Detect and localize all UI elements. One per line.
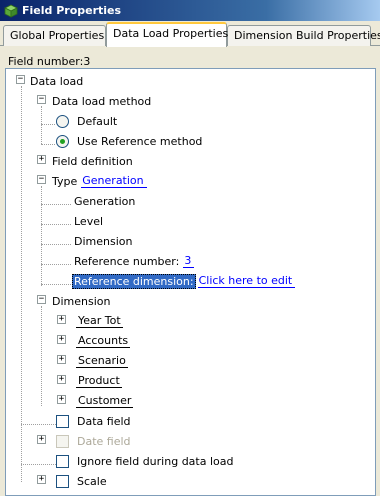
data-field-checkbox[interactable]: [56, 414, 69, 428]
tree-node-label: Data load: [30, 74, 84, 88]
ignore-field-option[interactable]: Ignore field during data load: [56, 452, 233, 470]
tree-node-data-load-method[interactable]: Data load method: [52, 92, 151, 110]
tab-label: Dimension Build Properties: [234, 29, 380, 42]
date-field-checkbox: [56, 434, 69, 448]
scale-checkbox[interactable]: [56, 474, 69, 488]
tree-node-label: Type: [52, 174, 78, 188]
dimension-item-label: Scenario: [76, 354, 128, 368]
tree-node-reference-dimension[interactable]: Reference dimension: Click here to edit: [72, 272, 296, 290]
tree-node-label: Dimension: [74, 234, 133, 248]
tab-label: Data Load Properties: [113, 27, 229, 40]
expand-icon[interactable]: +: [57, 315, 66, 324]
tree-line: [41, 244, 71, 245]
ignore-field-checkbox[interactable]: [56, 454, 69, 468]
tree-line: [41, 124, 55, 125]
tree-line: [21, 424, 56, 425]
dimension-item-label: Product: [76, 374, 122, 388]
title-bar: Field Properties: [0, 0, 380, 21]
dimension-item-accounts[interactable]: Accounts: [76, 332, 131, 350]
tree-node-generation[interactable]: Generation: [74, 192, 135, 210]
tree-node-label: Generation: [74, 194, 136, 208]
tree-node-label: Field definition: [52, 154, 133, 168]
tree-node-label: Dimension: [52, 294, 111, 308]
expand-icon[interactable]: +: [57, 335, 66, 344]
field-properties-icon: [4, 4, 18, 18]
tree-line: [41, 306, 42, 406]
tree-line: [41, 106, 42, 144]
expand-icon[interactable]: +: [37, 435, 46, 444]
dimension-item-year-tot[interactable]: Year Tot: [76, 312, 123, 330]
tree-node-label: Reference number:: [74, 254, 180, 268]
collapse-icon[interactable]: −: [37, 295, 46, 304]
dimension-item-product[interactable]: Product: [76, 372, 122, 390]
date-field-option: Date field: [56, 432, 131, 450]
tab-global-properties[interactable]: Global Properties: [3, 25, 106, 46]
tree-node-label-selected: Reference dimension:: [72, 273, 196, 289]
tree-line: [41, 144, 55, 145]
tree-node-dimension[interactable]: Dimension: [52, 292, 110, 310]
reference-number-link[interactable]: 3: [183, 254, 195, 268]
collapse-icon[interactable]: −: [37, 175, 46, 184]
tab-strip: Global Properties Data Load Properties D…: [0, 21, 380, 47]
checkbox-label: Data field: [77, 414, 131, 428]
expand-icon[interactable]: +: [37, 155, 46, 164]
data-field-option[interactable]: Data field: [56, 412, 131, 430]
checkbox-label: Date field: [77, 434, 131, 448]
properties-tree[interactable]: − Data load − Data load method Default U…: [5, 68, 376, 496]
tree-line: [41, 264, 71, 265]
tab-dimension-build-properties[interactable]: Dimension Build Properties: [227, 25, 380, 46]
tree-line: [21, 86, 22, 482]
radio-label: Use Reference method: [77, 134, 203, 148]
window-title: Field Properties: [22, 4, 122, 17]
dimension-item-customer[interactable]: Customer: [76, 392, 134, 410]
checkbox-label: Ignore field during data load: [77, 454, 234, 468]
expand-icon[interactable]: +: [57, 395, 66, 404]
reference-dimension-link[interactable]: Click here to edit: [197, 274, 296, 288]
expand-icon[interactable]: +: [37, 475, 46, 484]
dimension-item-scenario[interactable]: Scenario: [76, 352, 128, 370]
collapse-icon[interactable]: −: [16, 75, 25, 84]
tree-node-label: Level: [74, 214, 104, 228]
dimension-item-label: Year Tot: [76, 314, 123, 328]
dimension-item-label: Accounts: [76, 334, 131, 348]
scale-option[interactable]: Scale: [56, 472, 107, 490]
field-number-label: Field number:3: [8, 55, 91, 68]
radio-button[interactable]: [56, 134, 69, 148]
tab-data-load-properties[interactable]: Data Load Properties: [106, 22, 229, 47]
tree-node-data-load[interactable]: Data load: [30, 72, 83, 90]
tab-label: Global Properties: [10, 29, 105, 42]
tree-line: [41, 224, 71, 225]
tree-line: [41, 284, 71, 285]
tree-node-label: Data load method: [52, 94, 152, 108]
expand-icon[interactable]: +: [57, 375, 66, 384]
radio-default[interactable]: Default: [56, 112, 117, 130]
tree-line: [41, 186, 42, 286]
radio-use-reference-method[interactable]: Use Reference method: [56, 132, 202, 150]
radio-button[interactable]: [56, 114, 69, 128]
tree-node-field-definition[interactable]: Field definition: [52, 152, 133, 170]
checkbox-label: Scale: [77, 474, 107, 488]
radio-label: Default: [77, 114, 118, 128]
tree-node-reference-number[interactable]: Reference number: 3: [74, 252, 195, 270]
dimension-item-label: Customer: [76, 394, 134, 408]
tree-line: [21, 464, 56, 465]
tree-node-dimension-type[interactable]: Dimension: [74, 232, 132, 250]
tree-node-level[interactable]: Level: [74, 212, 103, 230]
expand-icon[interactable]: +: [57, 355, 66, 364]
type-value-link[interactable]: Generation: [81, 174, 147, 188]
tree-line: [41, 204, 71, 205]
collapse-icon[interactable]: −: [37, 95, 46, 104]
tree-node-type[interactable]: Type Generation: [52, 172, 147, 190]
